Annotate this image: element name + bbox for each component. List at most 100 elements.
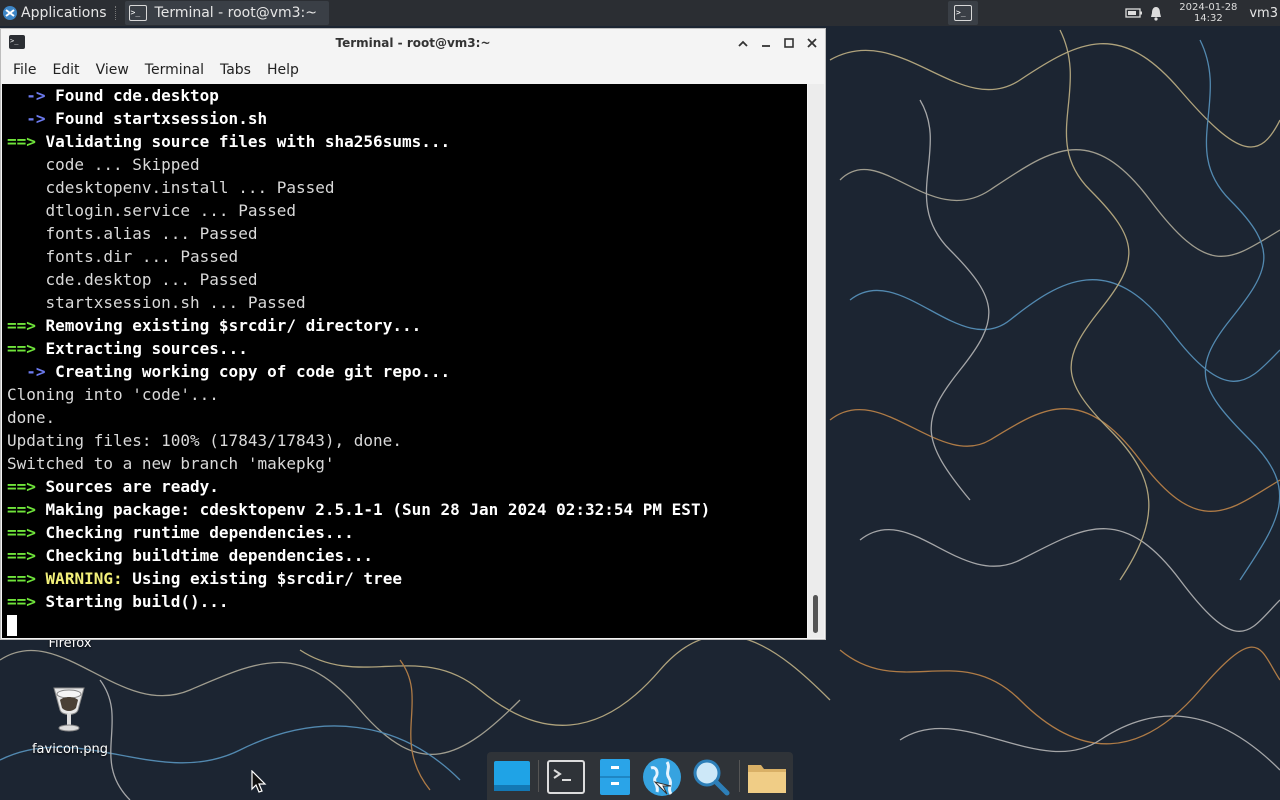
shade-button[interactable] xyxy=(733,33,752,53)
desktop-icon xyxy=(494,761,530,791)
terminal-warning-label: WARNING: xyxy=(45,569,123,588)
terminal-line-prefix: -> xyxy=(7,109,46,128)
terminal-line: code ... Skipped xyxy=(7,153,807,176)
terminal-line-text: Cloning into 'code'... xyxy=(7,385,219,404)
terminal-line: fonts.dir ... Passed xyxy=(7,245,807,268)
close-icon xyxy=(806,38,817,48)
terminal-line: -> Found startxsession.sh xyxy=(7,107,807,130)
terminal-line-text: Using existing $srcdir/ tree xyxy=(122,569,402,588)
terminal-line-prefix: ==> xyxy=(7,592,36,611)
terminal-line-text: Checking buildtime dependencies... xyxy=(35,546,374,565)
xfce-logo-icon xyxy=(3,6,17,20)
applications-label: Applications xyxy=(21,5,107,21)
dock-app-finder-button[interactable] xyxy=(690,756,732,798)
panel-separator xyxy=(114,6,119,20)
terminal-line-text: done. xyxy=(7,408,56,427)
terminal-line-text: Found cde.desktop xyxy=(45,86,219,105)
mouse-cursor-icon xyxy=(251,770,267,793)
terminal-line-text: startxsession.sh ... Passed xyxy=(7,293,306,312)
terminal-icon: >_ xyxy=(128,5,147,21)
terminal-line-text: Checking runtime dependencies... xyxy=(35,523,354,542)
minimize-icon xyxy=(761,45,770,47)
terminal-line-text: code ... Skipped xyxy=(7,155,200,174)
terminal-line-text: Extracting sources... xyxy=(35,339,248,358)
terminal-line: ==> WARNING: Using existing $srcdir/ tre… xyxy=(7,567,807,590)
folder-icon xyxy=(748,765,786,793)
terminal-launcher-button[interactable]: >_ xyxy=(948,1,978,25)
panel-clock[interactable]: 2024-01-28 14:32 xyxy=(1173,2,1243,24)
terminal-line-text: Validating source files with sha256sums.… xyxy=(35,132,451,151)
menu-tabs[interactable]: Tabs xyxy=(212,62,259,78)
battery-icon[interactable] xyxy=(1123,2,1145,24)
desktop-icon-favicon-label[interactable]: favicon.png xyxy=(28,742,112,757)
menubar: File Edit View Terminal Tabs Help xyxy=(1,57,825,83)
terminal-line-prefix: -> xyxy=(7,86,46,105)
taskbar-terminal-button[interactable]: >_ Terminal - root@vm3:~ xyxy=(124,1,329,25)
system-tray: 2024-01-28 14:32 vm3 xyxy=(1123,0,1280,26)
terminal-output[interactable]: -> Found cde.desktop -> Found startxsess… xyxy=(2,84,807,638)
terminal-line-text: cde.desktop ... Passed xyxy=(7,270,258,289)
user-menu[interactable]: vm3 xyxy=(1249,6,1280,21)
terminal-line-text: Switched to a new branch 'makepkg' xyxy=(7,454,335,473)
window-titlebar[interactable]: >_ Terminal - root@vm3:~ xyxy=(1,29,825,57)
terminal-line: -> Creating working copy of code git rep… xyxy=(7,360,807,383)
chevron-up-icon xyxy=(737,40,748,47)
terminal-scrollbar[interactable] xyxy=(808,84,824,638)
terminal-line-text: fonts.alias ... Passed xyxy=(7,224,258,243)
maximize-button[interactable] xyxy=(779,33,798,53)
terminal-line-text: Creating working copy of code git repo..… xyxy=(45,362,451,381)
terminal-line: dtlogin.service ... Passed xyxy=(7,199,807,222)
terminal-line: startxsession.sh ... Passed xyxy=(7,291,807,314)
terminal-line: ==> Checking runtime dependencies... xyxy=(7,521,807,544)
terminal-line: ==> Making package: cdesktopenv 2.5.1-1 … xyxy=(7,498,807,521)
terminal-line-text: Found startxsession.sh xyxy=(45,109,268,128)
menu-file[interactable]: File xyxy=(5,62,44,78)
terminal-cursor-line xyxy=(7,613,807,636)
close-button[interactable] xyxy=(802,33,821,53)
show-desktop-button[interactable] xyxy=(491,756,533,798)
terminal-line-text: Removing existing $srcdir/ directory... xyxy=(35,316,422,335)
terminal-line-text xyxy=(36,569,46,588)
terminal-line: done. xyxy=(7,406,807,429)
terminal-line-text: cdesktopenv.install ... Passed xyxy=(7,178,335,197)
terminal-line: ==> Starting build()... xyxy=(7,590,807,613)
window-controls xyxy=(733,29,821,57)
terminal-window: >_ Terminal - root@vm3:~ File Edit View … xyxy=(0,28,826,640)
scrollbar-thumb[interactable] xyxy=(813,595,818,633)
terminal-line-text: Sources are ready. xyxy=(35,477,219,496)
dock-file-manager-button[interactable] xyxy=(594,756,636,798)
dock-separator xyxy=(739,760,740,792)
clock-time: 14:32 xyxy=(1193,13,1223,24)
terminal-line-prefix: ==> xyxy=(7,316,36,335)
terminal-line: fonts.alias ... Passed xyxy=(7,222,807,245)
file-cabinet-icon xyxy=(600,759,630,795)
terminal-text: -> Found cde.desktop -> Found startxsess… xyxy=(2,84,807,636)
dock-panel xyxy=(487,752,793,800)
minimize-button[interactable] xyxy=(756,33,775,53)
top-panel: Applications >_ Terminal - root@vm3:~ >_… xyxy=(0,0,1280,26)
magnifier-icon xyxy=(693,759,730,796)
terminal-line-prefix: ==> xyxy=(7,132,36,151)
dock-terminal-button[interactable] xyxy=(545,756,587,798)
menu-help[interactable]: Help xyxy=(259,62,307,78)
dock-separator xyxy=(538,760,539,792)
window-title: Terminal - root@vm3:~ xyxy=(335,36,491,50)
terminal-line-prefix: ==> xyxy=(7,546,36,565)
menu-view[interactable]: View xyxy=(88,62,137,78)
terminal-line-prefix: ==> xyxy=(7,477,36,496)
terminal-line-text: fonts.dir ... Passed xyxy=(7,247,239,266)
favicon-image-icon[interactable] xyxy=(50,684,88,738)
terminal-line: Updating files: 100% (17843/17843), done… xyxy=(7,429,807,452)
terminal-line: cde.desktop ... Passed xyxy=(7,268,807,291)
menu-edit[interactable]: Edit xyxy=(44,62,87,78)
terminal-line: ==> Checking buildtime dependencies... xyxy=(7,544,807,567)
dock-web-browser-button[interactable] xyxy=(641,756,683,798)
terminal-line-text: Making package: cdesktopenv 2.5.1-1 (Sun… xyxy=(35,500,711,519)
terminal-line-text: dtlogin.service ... Passed xyxy=(7,201,296,220)
terminal-line: -> Found cde.desktop xyxy=(7,84,807,107)
applications-menu[interactable]: Applications xyxy=(0,0,111,26)
menu-terminal[interactable]: Terminal xyxy=(137,62,212,78)
dock-home-folder-button[interactable] xyxy=(746,756,788,798)
terminal-line-prefix: ==> xyxy=(7,569,36,588)
notification-bell-icon[interactable] xyxy=(1145,2,1167,24)
